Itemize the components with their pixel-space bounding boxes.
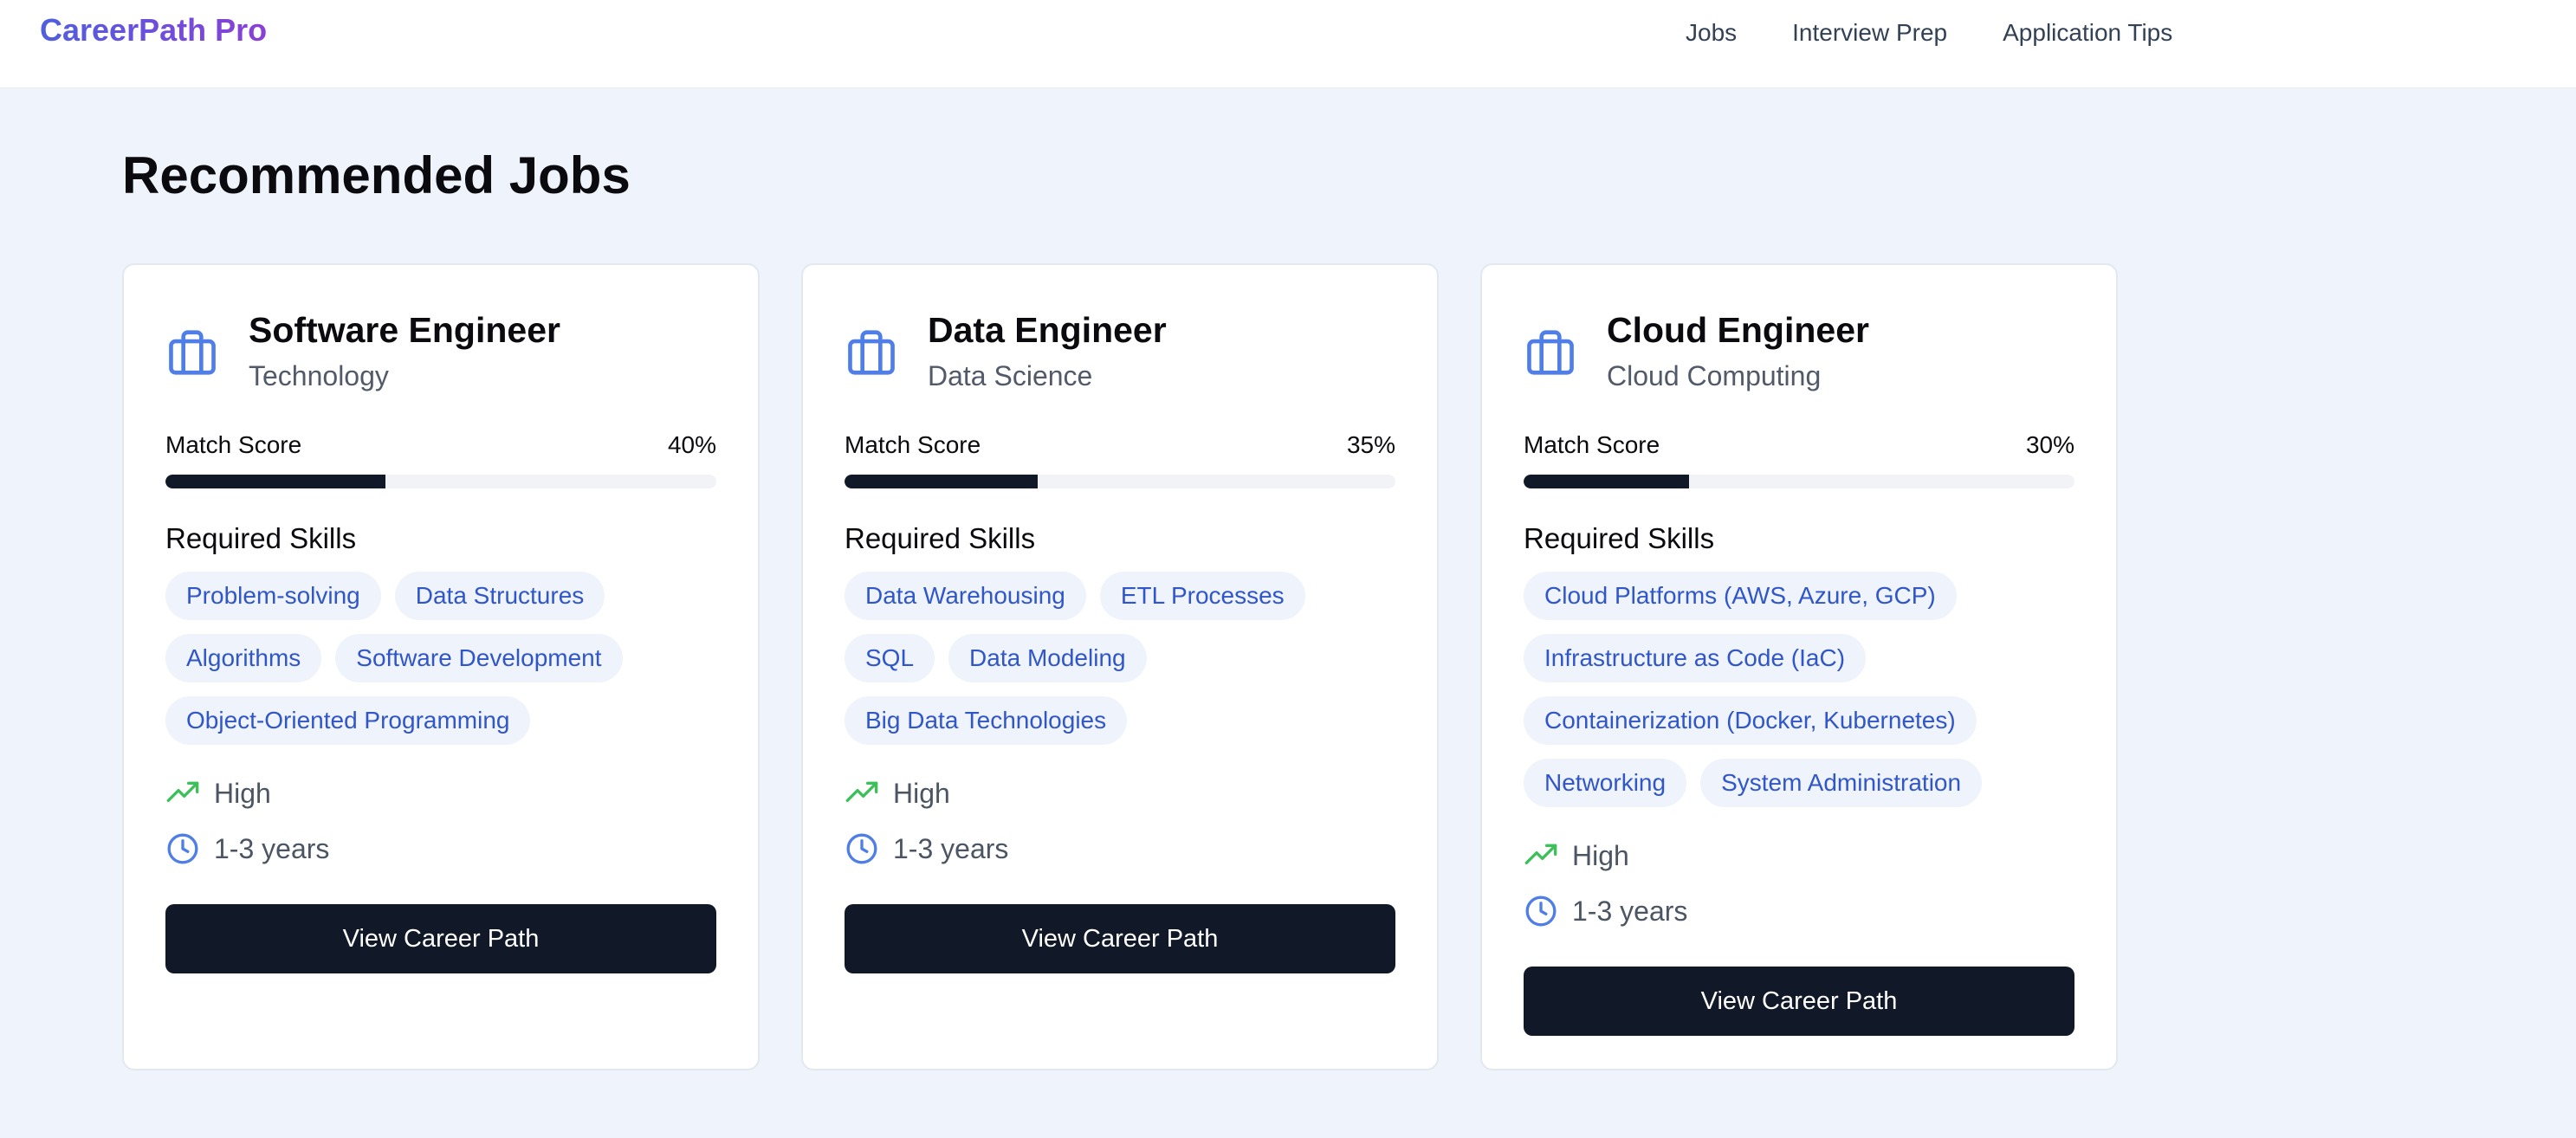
view-career-path-button[interactable]: View Career Path: [1524, 967, 2074, 1036]
skill-chip: Data Modeling: [948, 634, 1147, 682]
experience-row: 1-3 years: [1524, 890, 2074, 932]
job-category: Cloud Computing: [1607, 360, 1822, 391]
view-career-path-button[interactable]: View Career Path: [845, 904, 1395, 973]
match-score-label: Match Score: [165, 431, 302, 458]
match-score-fill: [845, 475, 1038, 488]
job-title: Software Engineer: [249, 310, 560, 350]
job-category: Data Science: [928, 360, 1093, 391]
demand-level: High: [214, 777, 271, 809]
match-score-value: 30%: [2025, 431, 2074, 458]
match-score-row: Match Score 30%: [1524, 430, 2074, 461]
card-header: Data Engineer Data Science: [845, 265, 1395, 395]
demand-level: High: [893, 777, 950, 809]
match-score-label: Match Score: [1524, 431, 1660, 458]
skill-chip: Big Data Technologies: [845, 696, 1128, 745]
match-score-label: Match Score: [845, 431, 981, 458]
nav-link-jobs[interactable]: Jobs: [1686, 19, 1737, 47]
experience-row: 1-3 years: [845, 828, 1395, 870]
required-skills-heading: Required Skills: [1524, 522, 1715, 554]
match-score-row: Match Score 40%: [165, 430, 716, 461]
job-card-data-engineer: Data Engineer Data Science Match Score 3…: [801, 263, 1439, 1070]
skill-chip: Cloud Platforms (AWS, Azure, GCP): [1524, 572, 1957, 620]
skills-list: Problem-solving Data Structures Algorith…: [165, 572, 716, 745]
skill-chip: Infrastructure as Code (IaC): [1524, 634, 1867, 682]
nav-link-application-tips[interactable]: Application Tips: [2003, 19, 2172, 47]
skill-chip: ETL Processes: [1099, 572, 1305, 620]
trending-up-icon: [845, 781, 878, 802]
brand-logo[interactable]: CareerPath Pro: [40, 12, 267, 48]
nav-link-interview-prep[interactable]: Interview Prep: [1792, 19, 1947, 47]
job-title: Data Engineer: [928, 310, 1167, 350]
job-category: Technology: [249, 360, 389, 391]
briefcase-icon: [1527, 330, 1574, 375]
skill-chip: SQL: [845, 634, 935, 682]
match-score-value: 40%: [667, 431, 716, 458]
clock-icon: [1525, 896, 1557, 927]
job-title: Cloud Engineer: [1607, 310, 1869, 350]
skill-chip: Object-Oriented Programming: [165, 696, 531, 745]
page-title: Recommended Jobs: [122, 146, 631, 204]
top-navbar: CareerPath Pro Jobs Interview Prep Appli…: [0, 0, 2576, 88]
skills-list: Cloud Platforms (AWS, Azure, GCP) Infras…: [1524, 572, 2074, 807]
experience-row: 1-3 years: [165, 828, 716, 870]
skill-chip: Data Structures: [394, 572, 605, 620]
skill-chip: Data Warehousing: [845, 572, 1086, 620]
match-score-value: 35%: [1346, 431, 1395, 458]
demand-level: High: [1572, 839, 1629, 871]
skill-chip: Containerization (Docker, Kubernetes): [1524, 696, 1977, 745]
job-card-software-engineer: Software Engineer Technology Match Score…: [122, 263, 760, 1070]
trending-up-icon: [166, 781, 199, 802]
match-score-bar: [165, 475, 716, 488]
briefcase-icon: [848, 330, 895, 375]
skill-chip: Networking: [1524, 759, 1687, 807]
clock-icon: [846, 833, 877, 864]
skill-chip: Software Development: [335, 634, 623, 682]
view-career-path-button[interactable]: View Career Path: [165, 904, 716, 973]
experience-range: 1-3 years: [1572, 895, 1688, 927]
trending-up-icon: [1524, 844, 1557, 864]
demand-row: High: [165, 773, 716, 814]
skill-chip: System Administration: [1700, 759, 1983, 807]
match-score-fill: [165, 475, 386, 488]
demand-row: High: [845, 773, 1395, 814]
demand-row: High: [1524, 835, 2074, 876]
card-header: Cloud Engineer Cloud Computing: [1524, 265, 2074, 395]
match-score-row: Match Score 35%: [845, 430, 1395, 461]
required-skills-heading: Required Skills: [165, 522, 357, 554]
skill-chip: Problem-solving: [165, 572, 381, 620]
experience-range: 1-3 years: [214, 832, 330, 864]
required-skills-heading: Required Skills: [845, 522, 1036, 554]
experience-range: 1-3 years: [893, 832, 1009, 864]
skill-chip: Algorithms: [165, 634, 322, 682]
clock-icon: [167, 833, 198, 864]
briefcase-icon: [169, 330, 216, 375]
skills-list: Data Warehousing ETL Processes SQL Data …: [845, 572, 1395, 745]
match-score-fill: [1524, 475, 1689, 488]
card-header: Software Engineer Technology: [165, 265, 716, 395]
match-score-bar: [1524, 475, 2074, 488]
nav-links: Jobs Interview Prep Application Tips: [1686, 19, 2172, 47]
job-card-cloud-engineer: Cloud Engineer Cloud Computing Match Sco…: [1480, 263, 2118, 1070]
match-score-bar: [845, 475, 1395, 488]
